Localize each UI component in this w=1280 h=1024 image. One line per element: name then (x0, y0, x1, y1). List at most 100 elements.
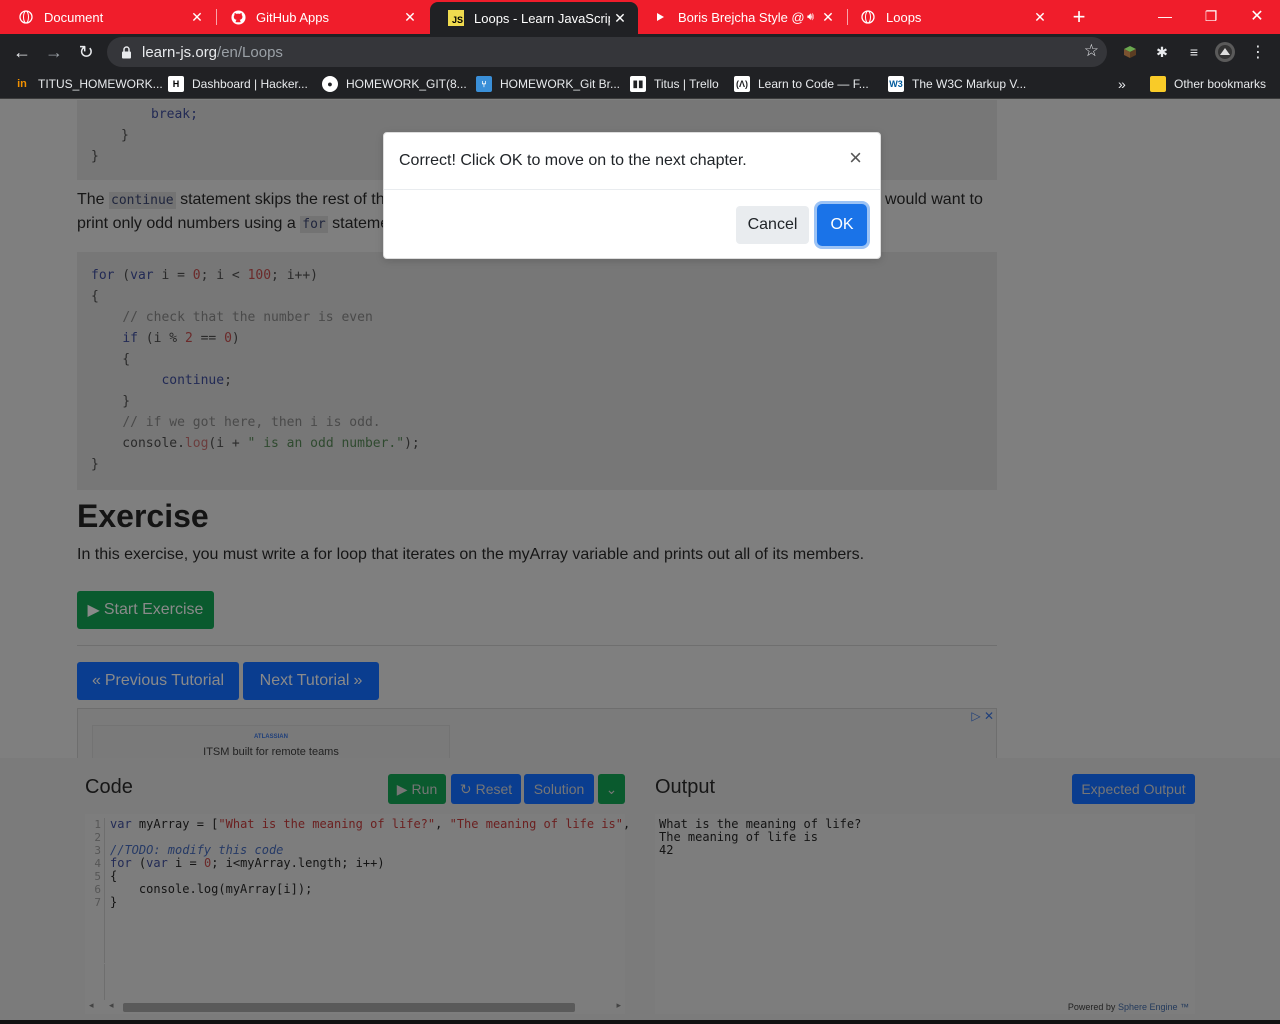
powered-by: Powered by Sphere Engine ™ (1068, 1002, 1189, 1012)
more-menu-icon[interactable]: ⋮ (1248, 42, 1268, 62)
inline-code-continue: continue (109, 192, 176, 209)
reload-icon[interactable]: ↻ (73, 39, 99, 65)
bookmark-star-icon[interactable]: ☆ (1084, 41, 1099, 61)
bookmark-hackerrank[interactable]: H Dashboard | Hacker... (168, 75, 308, 93)
line-numbers: 1 2 3 4 5 6 7 (85, 818, 105, 963)
back-icon[interactable]: ← (9, 39, 35, 65)
url-domain: learn-js.org (142, 43, 218, 61)
code-title: Code (85, 776, 133, 798)
url-path: /en/Loops (217, 43, 283, 61)
code-sample-continue: for (var i = 0; i < 100; i++) { // check… (77, 252, 997, 490)
refresh-icon: ↻ (459, 780, 472, 797)
start-exercise-button[interactable]: ▶ Start Exercise (77, 591, 214, 629)
close-icon[interactable]: ✕ (187, 9, 207, 26)
continue-paragraph-line2: print only odd numbers using a for state… (77, 212, 389, 237)
inline-code-for: for (300, 216, 328, 233)
code-break-line: break; (151, 107, 198, 122)
browser-toolbar: ← → ↻ learn-js.org/en/Loops ☆ ✱ ≡ ⋮ (0, 34, 1280, 70)
exercise-description: In this exercise, you must write a for l… (77, 546, 865, 563)
ok-button[interactable]: OK (817, 204, 867, 246)
bookmark-freecodecamp[interactable]: (Λ) Learn to Code — F... (734, 75, 869, 93)
tab-loops-learn-javascript[interactable]: JS Loops - Learn JavaScript - F ✕ (430, 2, 638, 34)
tab-boris-brejcha[interactable]: Boris Brejcha Style @ A 🔊︎ ✕ (638, 0, 846, 34)
bookmark-label: Other bookmarks (1174, 77, 1267, 91)
globe-icon (18, 9, 34, 25)
play-icon: ▶ (87, 602, 100, 619)
reset-button[interactable]: ↻ Reset (451, 774, 521, 804)
next-tutorial-button[interactable]: Next Tutorial» (243, 662, 379, 700)
puzzle-extensions-icon[interactable]: ✱ (1152, 42, 1172, 62)
tab-loops[interactable]: Loops ✕ (842, 0, 1058, 34)
restore-icon[interactable]: ❐ (1188, 0, 1234, 32)
ad-banner[interactable]: ATLASSIAN ITSM built for remote teams (92, 725, 450, 758)
dialog-divider (384, 189, 880, 190)
divider (77, 645, 997, 646)
scroll-left-icon[interactable]: ◂ (89, 1000, 94, 1011)
js-icon: JS (448, 10, 464, 26)
button-label: Reset (475, 781, 513, 797)
close-icon[interactable]: × (849, 145, 862, 171)
ad-brand: ATLASSIAN (254, 734, 288, 740)
ad-text: ITSM built for remote teams (203, 746, 339, 758)
folder-icon (1150, 76, 1166, 92)
advertisement[interactable]: ▷ ✕ ATLASSIAN ITSM built for remote team… (77, 708, 997, 758)
close-icon[interactable]: ✕ (1030, 9, 1050, 26)
forward-icon[interactable]: → (41, 39, 67, 65)
bookmarks-bar: in TITUS_HOMEWORK... H Dashboard | Hacker.… (0, 70, 1280, 99)
code-output-panel: Code ▶ Run ↻ Reset Solution ⌄ Output Expec… (0, 758, 1280, 1020)
bookmark-homework-git-branch[interactable]: ⑂ HOMEWORK_Git Br... (476, 75, 620, 93)
bookmark-favicon-icon: in (17, 78, 27, 90)
powered-by-label: Powered by (1067, 1002, 1116, 1012)
address-bar[interactable]: learn-js.org/en/Loops ☆ (107, 37, 1107, 67)
lock-icon (119, 45, 133, 59)
tab-title: Document (44, 9, 104, 25)
close-icon[interactable]: ✕ (610, 10, 630, 27)
freecodecamp-icon: (Λ) (734, 76, 750, 92)
button-label: Next Tutorial (259, 672, 350, 689)
cancel-button[interactable]: Cancel (736, 206, 809, 244)
previous-tutorial-button[interactable]: «Previous Tutorial (77, 662, 239, 700)
scroll-right-icon[interactable]: ▸ (616, 1000, 621, 1011)
solution-button[interactable]: Solution (524, 774, 594, 804)
window-close-icon[interactable]: ✕ (1234, 0, 1280, 32)
close-icon[interactable]: ✕ (400, 9, 420, 26)
text-span: The (77, 191, 110, 208)
tab-title: Loops - Learn JavaScript - F (474, 10, 610, 26)
bookmark-label: Learn to Code — F... (758, 77, 869, 91)
bookmarks-overflow-icon[interactable]: » (1118, 75, 1126, 93)
tab-title: Loops (886, 9, 922, 25)
collapse-panel-button[interactable]: ⌄ (598, 774, 625, 804)
run-button[interactable]: ▶ Run (388, 774, 446, 804)
new-tab-button[interactable]: + (1064, 0, 1094, 34)
button-label: Expected Output (1081, 781, 1186, 797)
code-editor[interactable]: 1 2 3 4 5 6 7 var myArray = ["What is th… (85, 814, 630, 1014)
editor-code[interactable]: var myArray = ["What is the meaning of l… (110, 818, 630, 909)
bookmark-trello[interactable]: ▮▮ Titus | Trello (630, 75, 719, 93)
close-icon[interactable]: ✕ (818, 9, 838, 26)
expected-output-button[interactable]: Expected Output (1072, 774, 1195, 804)
tab-title: Boris Brejcha Style @ A (678, 9, 808, 25)
avatar[interactable] (1215, 42, 1235, 62)
bookmark-titus-homework[interactable]: in TITUS_HOMEWORK... (14, 75, 163, 93)
adchoices-icon[interactable]: ▷ ✕ (971, 709, 994, 723)
tab-github-apps[interactable]: GitHub Apps ✕ (212, 0, 428, 34)
bookmark-other[interactable]: Other bookmarks (1150, 75, 1266, 93)
bookmark-homework-git[interactable]: ● HOMEWORK_GIT(8... (322, 75, 467, 93)
minecraft-extension-icon[interactable] (1120, 42, 1140, 62)
button-label: Solution (533, 781, 585, 797)
sphere-engine-link[interactable]: Sphere Engine ™ (1118, 1002, 1189, 1012)
scrollbar-thumb[interactable] (123, 1003, 575, 1012)
tab-strip: Document ✕ GitHub Apps ✕ JS Loops - Lear… (0, 0, 1280, 34)
minimize-icon[interactable]: — (1142, 0, 1188, 32)
git-branch-icon: ⑂ (476, 76, 492, 92)
horizontal-scrollbar[interactable]: ◂ ◂ ▸ (85, 1000, 625, 1014)
bookmark-label: HOMEWORK_Git Br... (500, 77, 621, 91)
media-queue-icon[interactable]: ≡ (1184, 42, 1204, 62)
tab-document[interactable]: Document ✕ (0, 0, 215, 34)
scroll-left-icon[interactable]: ◂ (109, 1000, 114, 1011)
github-icon (230, 9, 246, 25)
youtube-icon (652, 9, 668, 25)
bookmark-w3c-validator[interactable]: W3 The W3C Markup V... (888, 75, 1026, 93)
exercise-title: Exercise (77, 498, 209, 534)
speaker-icon[interactable]: 🔊︎ (807, 11, 814, 24)
